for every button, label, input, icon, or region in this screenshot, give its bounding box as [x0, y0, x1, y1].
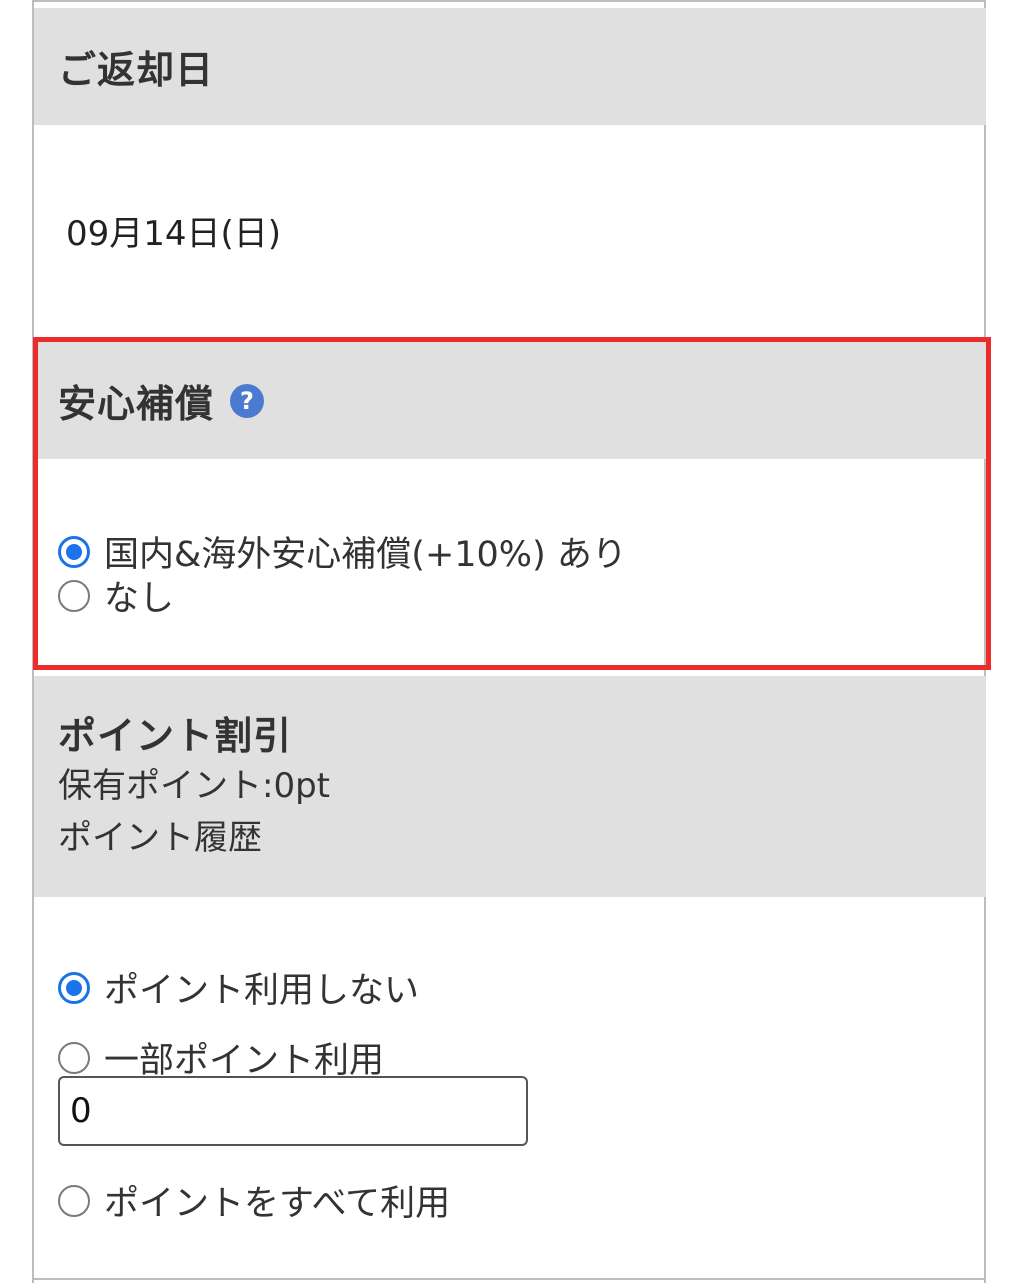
- points-option-all[interactable]: ポイントをすべて利用: [58, 1175, 450, 1226]
- radio-button[interactable]: [58, 1041, 90, 1074]
- top-divider: [34, 0, 986, 2]
- insurance-header: 安心補償 ?: [34, 342, 986, 459]
- points-title: ポイント割引: [58, 714, 293, 758]
- return-date-value: 09月14日(日): [66, 214, 282, 254]
- points-option-none[interactable]: ポイント利用しない: [58, 962, 419, 1013]
- points-option-label: ポイントをすべて利用: [104, 1184, 451, 1224]
- radio-button[interactable]: [58, 535, 90, 568]
- partial-points-input[interactable]: [58, 1076, 528, 1146]
- insurance-option-label: 国内&海外安心補償(+10%) あり: [104, 535, 627, 575]
- radio-button[interactable]: [58, 971, 90, 1004]
- insurance-option-none[interactable]: なし: [58, 570, 174, 621]
- return-date-header: ご返却日: [34, 8, 986, 125]
- insurance-title: 安心補償: [58, 382, 215, 426]
- points-history-link[interactable]: ポイント履歴: [58, 812, 986, 864]
- bottom-divider: [34, 1278, 986, 1280]
- points-option-label: ポイント利用しない: [104, 971, 420, 1011]
- points-header: ポイント割引 保有ポイント:0pt ポイント履歴: [34, 676, 986, 897]
- insurance-option-label: なし: [104, 579, 175, 619]
- return-date-title: ご返却日: [58, 48, 215, 92]
- help-icon[interactable]: ?: [230, 383, 265, 418]
- radio-button[interactable]: [58, 579, 90, 612]
- points-balance: 保有ポイント:0pt: [58, 766, 330, 806]
- radio-button[interactable]: [58, 1184, 90, 1217]
